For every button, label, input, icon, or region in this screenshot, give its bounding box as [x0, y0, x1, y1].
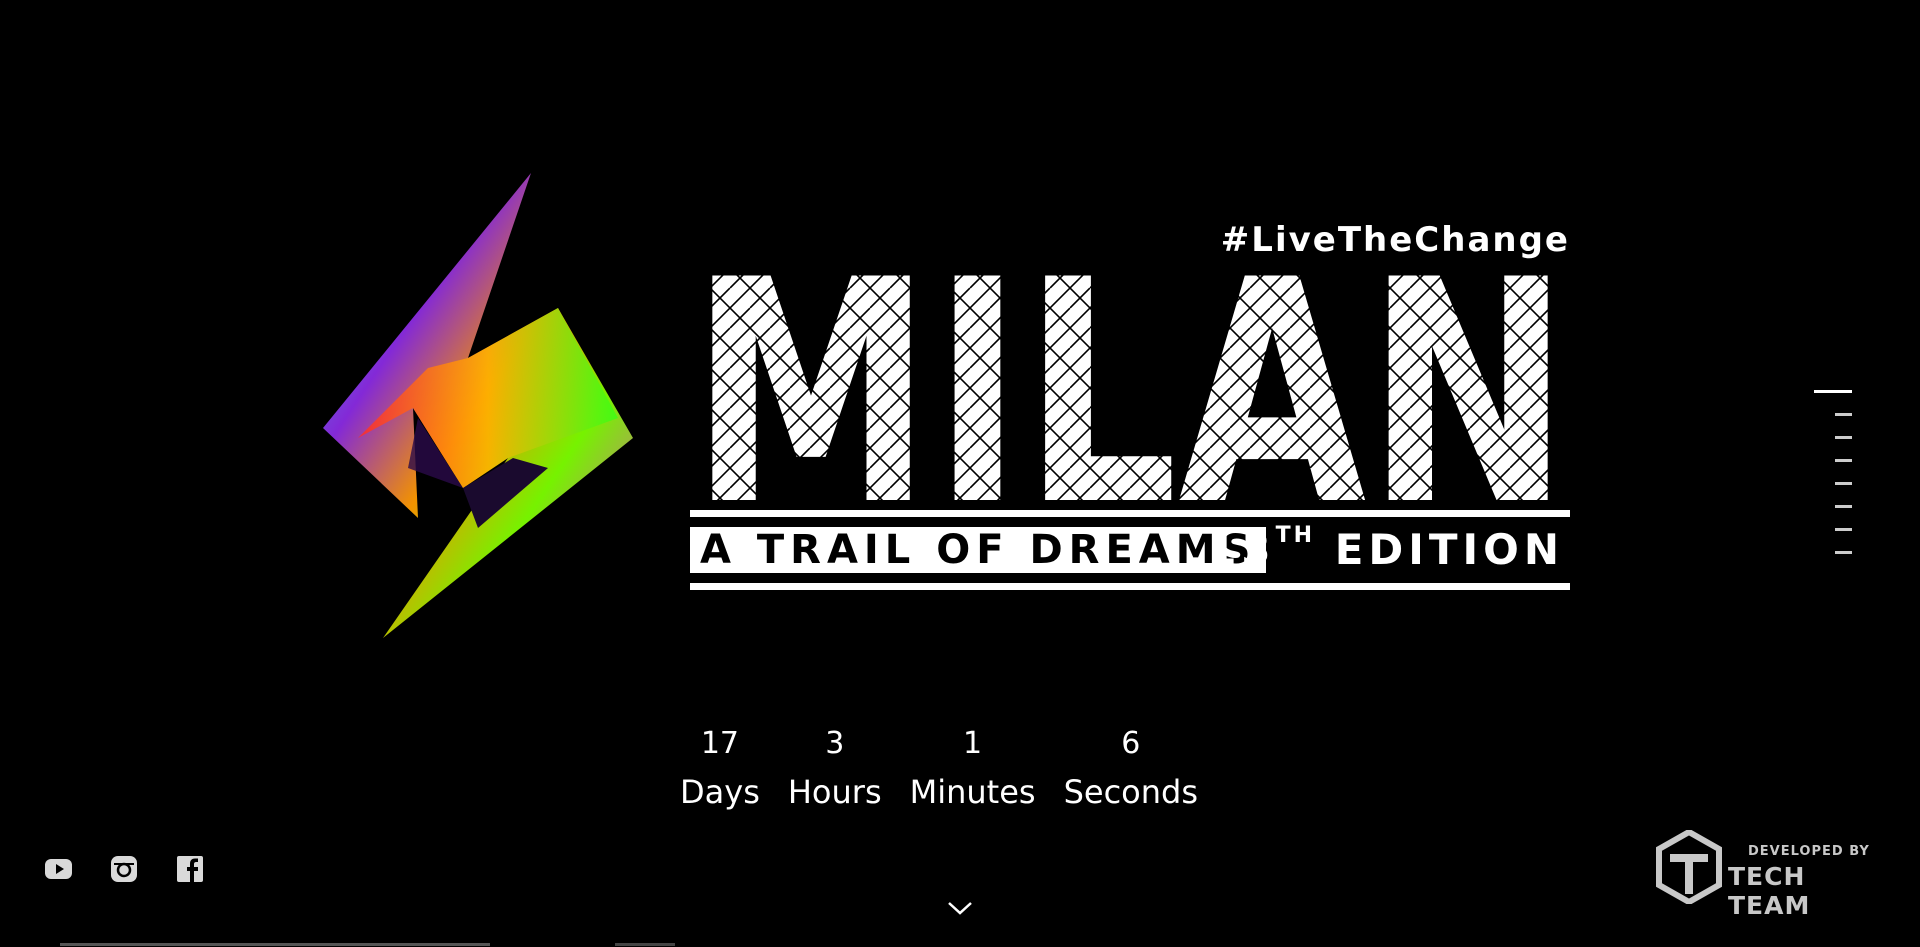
countdown-minutes: 1 Minutes — [910, 720, 1036, 816]
developed-by-label: DEVELOPED BY — [1748, 844, 1870, 859]
milan-wordmark-text: MILAN — [690, 268, 1570, 502]
countdown-hours-value: 3 — [825, 726, 845, 761]
edition-text: 13TH EDITION — [1207, 523, 1564, 574]
edition-number: 13 — [1207, 525, 1276, 574]
countdown-days: 17 Days — [680, 720, 760, 816]
developed-by-badge[interactable]: DEVELOPED BY TECH TEAM — [1656, 826, 1876, 920]
edition-word: EDITION — [1334, 525, 1564, 574]
section-nav-item-4[interactable] — [1835, 459, 1852, 462]
milan-wordmark: MILAN — [690, 268, 1570, 502]
section-nav-item-1[interactable] — [1814, 390, 1852, 393]
youtube-icon[interactable] — [44, 855, 72, 883]
hashtag-text: #LiveTheChange — [1220, 220, 1570, 260]
countdown-seconds-label: Seconds — [1063, 773, 1199, 811]
strip-top-rule — [690, 510, 1570, 517]
bottom-bar-2 — [615, 943, 675, 946]
countdown-days-value: 17 — [700, 726, 740, 761]
section-nav-item-8[interactable] — [1835, 551, 1852, 554]
strip-bottom-rule — [690, 583, 1570, 590]
section-nav-item-7[interactable] — [1835, 528, 1852, 531]
facebook-icon[interactable] — [176, 855, 204, 883]
section-nav-item-6[interactable] — [1835, 505, 1852, 508]
countdown-seconds-value: 6 — [1121, 726, 1141, 761]
countdown-minutes-value: 1 — [963, 726, 983, 761]
scroll-down-chevron-icon[interactable] — [946, 896, 974, 920]
countdown-minutes-label: Minutes — [909, 773, 1036, 811]
social-links — [44, 855, 204, 883]
bottom-bar-1 — [60, 943, 490, 946]
section-nav-item-3[interactable] — [1835, 436, 1852, 439]
countdown-days-label: Days — [680, 773, 760, 811]
edition-suffix: TH — [1275, 523, 1316, 548]
section-nav-item-5[interactable] — [1835, 482, 1852, 485]
countdown-hours: 3 Hours — [788, 720, 882, 816]
tech-team-logo-icon — [1656, 830, 1722, 904]
countdown-timer: 17 Days 3 Hours 1 Minutes 6 Seconds — [680, 720, 1226, 816]
bottom-progress-bars — [60, 943, 680, 947]
countdown-hours-label: Hours — [787, 773, 882, 811]
tagline-strip: A TRAIL OF DREAMS 13TH EDITION — [690, 510, 1570, 590]
tagline-text: A TRAIL OF DREAMS — [690, 527, 1267, 573]
section-nav — [1812, 390, 1852, 574]
countdown-seconds: 6 Seconds — [1064, 720, 1198, 816]
tech-team-label: TECH TEAM — [1728, 862, 1811, 920]
instagram-icon[interactable] — [110, 855, 138, 883]
section-nav-item-2[interactable] — [1835, 413, 1852, 416]
milan-logo-mark — [318, 168, 638, 648]
